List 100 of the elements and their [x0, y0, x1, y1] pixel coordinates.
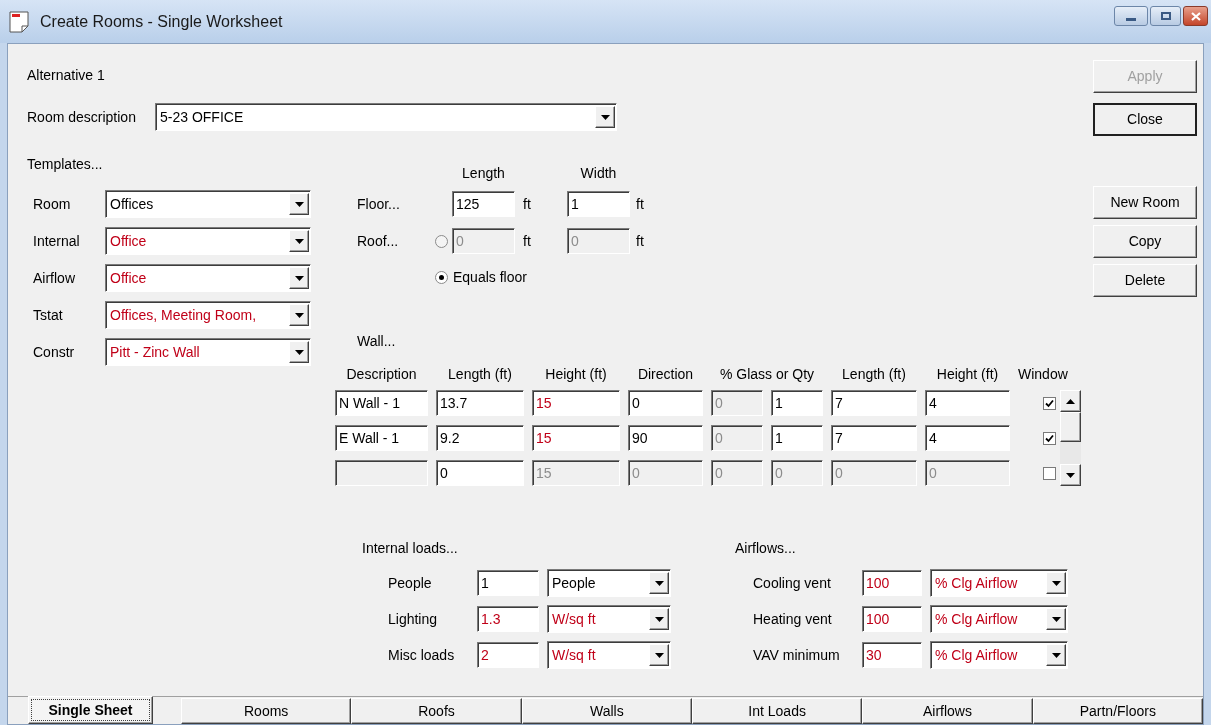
dropdown-arrow-button[interactable]	[649, 644, 669, 666]
load-value-field[interactable]: 1	[477, 570, 539, 596]
floor-width-field[interactable]: 1	[567, 191, 630, 217]
wall-cell-field[interactable]: 13.7	[436, 390, 524, 416]
templates-heading: Templates...	[27, 154, 103, 174]
template-label: Constr	[33, 342, 76, 362]
dropdown-arrow-button[interactable]	[289, 267, 309, 289]
tab[interactable]: Airflows	[862, 698, 1033, 724]
load-value-field[interactable]: 2	[477, 642, 539, 668]
wall-cell-field[interactable]: 1	[771, 390, 823, 416]
dialog-button[interactable]: Close	[1093, 103, 1197, 136]
tab[interactable]: Single Sheet	[28, 696, 153, 724]
wall-cell-field[interactable]: 90	[628, 425, 703, 451]
caret-icon	[654, 616, 664, 622]
radio-button[interactable]	[435, 270, 448, 284]
wall-cell-field[interactable]: 0	[628, 390, 703, 416]
caret-icon	[1051, 616, 1061, 622]
checkbox[interactable]	[1043, 431, 1056, 445]
template-label: Tstat	[33, 305, 64, 325]
caret-icon	[294, 201, 304, 207]
wall-cell-field[interactable]: 15	[532, 425, 620, 451]
airflow-value-field[interactable]: 100	[862, 570, 922, 596]
airflow-unit-dropdown[interactable]: % Clg Airflow	[930, 569, 1068, 597]
template-dropdown[interactable]: Offices, Meeting Room,	[105, 301, 311, 329]
template-dropdown[interactable]: Office	[105, 227, 311, 255]
dropdown-arrow-button[interactable]	[289, 304, 309, 326]
caret-icon	[294, 349, 304, 355]
floor-length-field[interactable]: 125	[452, 191, 515, 217]
maximize-button[interactable]	[1150, 6, 1181, 26]
up-arrow-icon	[1066, 398, 1075, 404]
room-description-dropdown[interactable]: 5-23 OFFICE	[155, 103, 617, 131]
wall-cell-field[interactable]: 9.2	[436, 425, 524, 451]
wall-cell-field[interactable]: 15	[532, 390, 620, 416]
tab[interactable]: Roofs	[351, 698, 522, 724]
column-header: Height (ft)	[935, 365, 1000, 384]
airflow-unit-dropdown[interactable]: % Clg Airflow	[930, 605, 1068, 633]
equals-floor-label: Equals floor	[453, 267, 527, 287]
wall-cell-field[interactable]: N Wall - 1	[335, 390, 428, 416]
wall-cell-field[interactable]: E Wall - 1	[335, 425, 428, 451]
dialog-button[interactable]: Delete	[1093, 264, 1197, 297]
template-label: Airflow	[33, 268, 76, 288]
column-header: Length (ft)	[447, 365, 513, 384]
template-dropdown[interactable]: Pitt - Zinc Wall	[105, 338, 311, 366]
dropdown-arrow-button[interactable]	[649, 572, 669, 594]
close-button[interactable]	[1183, 6, 1208, 26]
close-icon	[1190, 11, 1201, 21]
column-header: % Glass or Qty	[718, 365, 816, 384]
dialog-button[interactable]: Copy	[1093, 225, 1197, 258]
dropdown-arrow-button[interactable]	[289, 341, 309, 363]
unit-label: ft	[523, 232, 531, 249]
unit-dropdown[interactable]: People	[547, 569, 671, 597]
wall-heading: Wall...	[357, 331, 396, 351]
airflow-label: Heating vent	[753, 609, 833, 629]
dropdown-arrow-button[interactable]	[289, 230, 309, 252]
dropdown-arrow-button[interactable]	[289, 193, 309, 215]
internal-loads-heading: Internal loads...	[362, 540, 458, 556]
dialog-button[interactable]: New Room	[1093, 186, 1197, 219]
load-label: Misc loads	[388, 645, 456, 665]
window-title: Create Rooms - Single Worksheet	[40, 11, 283, 32]
tab[interactable]: Walls	[521, 698, 692, 724]
caret-icon	[1051, 580, 1061, 586]
airflow-unit-dropdown[interactable]: % Clg Airflow	[930, 641, 1068, 669]
load-label: Lighting	[388, 609, 439, 629]
dropdown-arrow-button[interactable]	[595, 106, 615, 128]
checkbox[interactable]	[1043, 466, 1056, 480]
caret-icon	[294, 312, 304, 318]
airflow-value-field[interactable]: 100	[862, 606, 922, 632]
wall-cell-field[interactable]: 7	[831, 425, 917, 451]
dropdown-arrow-button[interactable]	[649, 608, 669, 630]
airflow-value-field[interactable]: 30	[862, 642, 922, 668]
load-label: People	[388, 573, 433, 593]
wall-cell-field[interactable]: 4	[925, 390, 1010, 416]
caret-icon	[654, 652, 664, 658]
width-header: Width	[579, 164, 618, 183]
wall-cell-field[interactable]: 0	[436, 460, 524, 486]
column-header: Direction	[636, 365, 695, 384]
room-description-label: Room description	[27, 107, 137, 127]
tab[interactable]: Rooms	[181, 698, 352, 724]
airflow-label: Cooling vent	[753, 573, 832, 593]
checkbox[interactable]	[1043, 396, 1056, 410]
caret-icon	[294, 275, 304, 281]
tab[interactable]: Partn/Floors	[1032, 698, 1203, 724]
unit-dropdown[interactable]: W/sq ft	[547, 641, 671, 669]
load-value-field[interactable]: 1.3	[477, 606, 539, 632]
dropdown-arrow-button[interactable]	[1046, 644, 1066, 666]
wall-cell-field[interactable]: 7	[831, 390, 917, 416]
scrollbar[interactable]	[1060, 390, 1081, 486]
alternative-label: Alternative 1	[27, 65, 105, 85]
dropdown-arrow-button[interactable]	[1046, 608, 1066, 630]
wall-cell-field[interactable]: 1	[771, 425, 823, 451]
dropdown-arrow-button[interactable]	[1046, 572, 1066, 594]
unit-label: ft	[523, 195, 531, 212]
wall-cell-field[interactable]: 4	[925, 425, 1010, 451]
template-dropdown[interactable]: Offices	[105, 190, 311, 218]
tab[interactable]: Int Loads	[692, 698, 863, 724]
roof-label: Roof...	[357, 231, 400, 251]
column-header: Height (ft)	[544, 365, 608, 384]
template-dropdown[interactable]: Office	[105, 264, 311, 292]
minimize-button[interactable]	[1114, 6, 1148, 26]
unit-dropdown[interactable]: W/sq ft	[547, 605, 671, 633]
